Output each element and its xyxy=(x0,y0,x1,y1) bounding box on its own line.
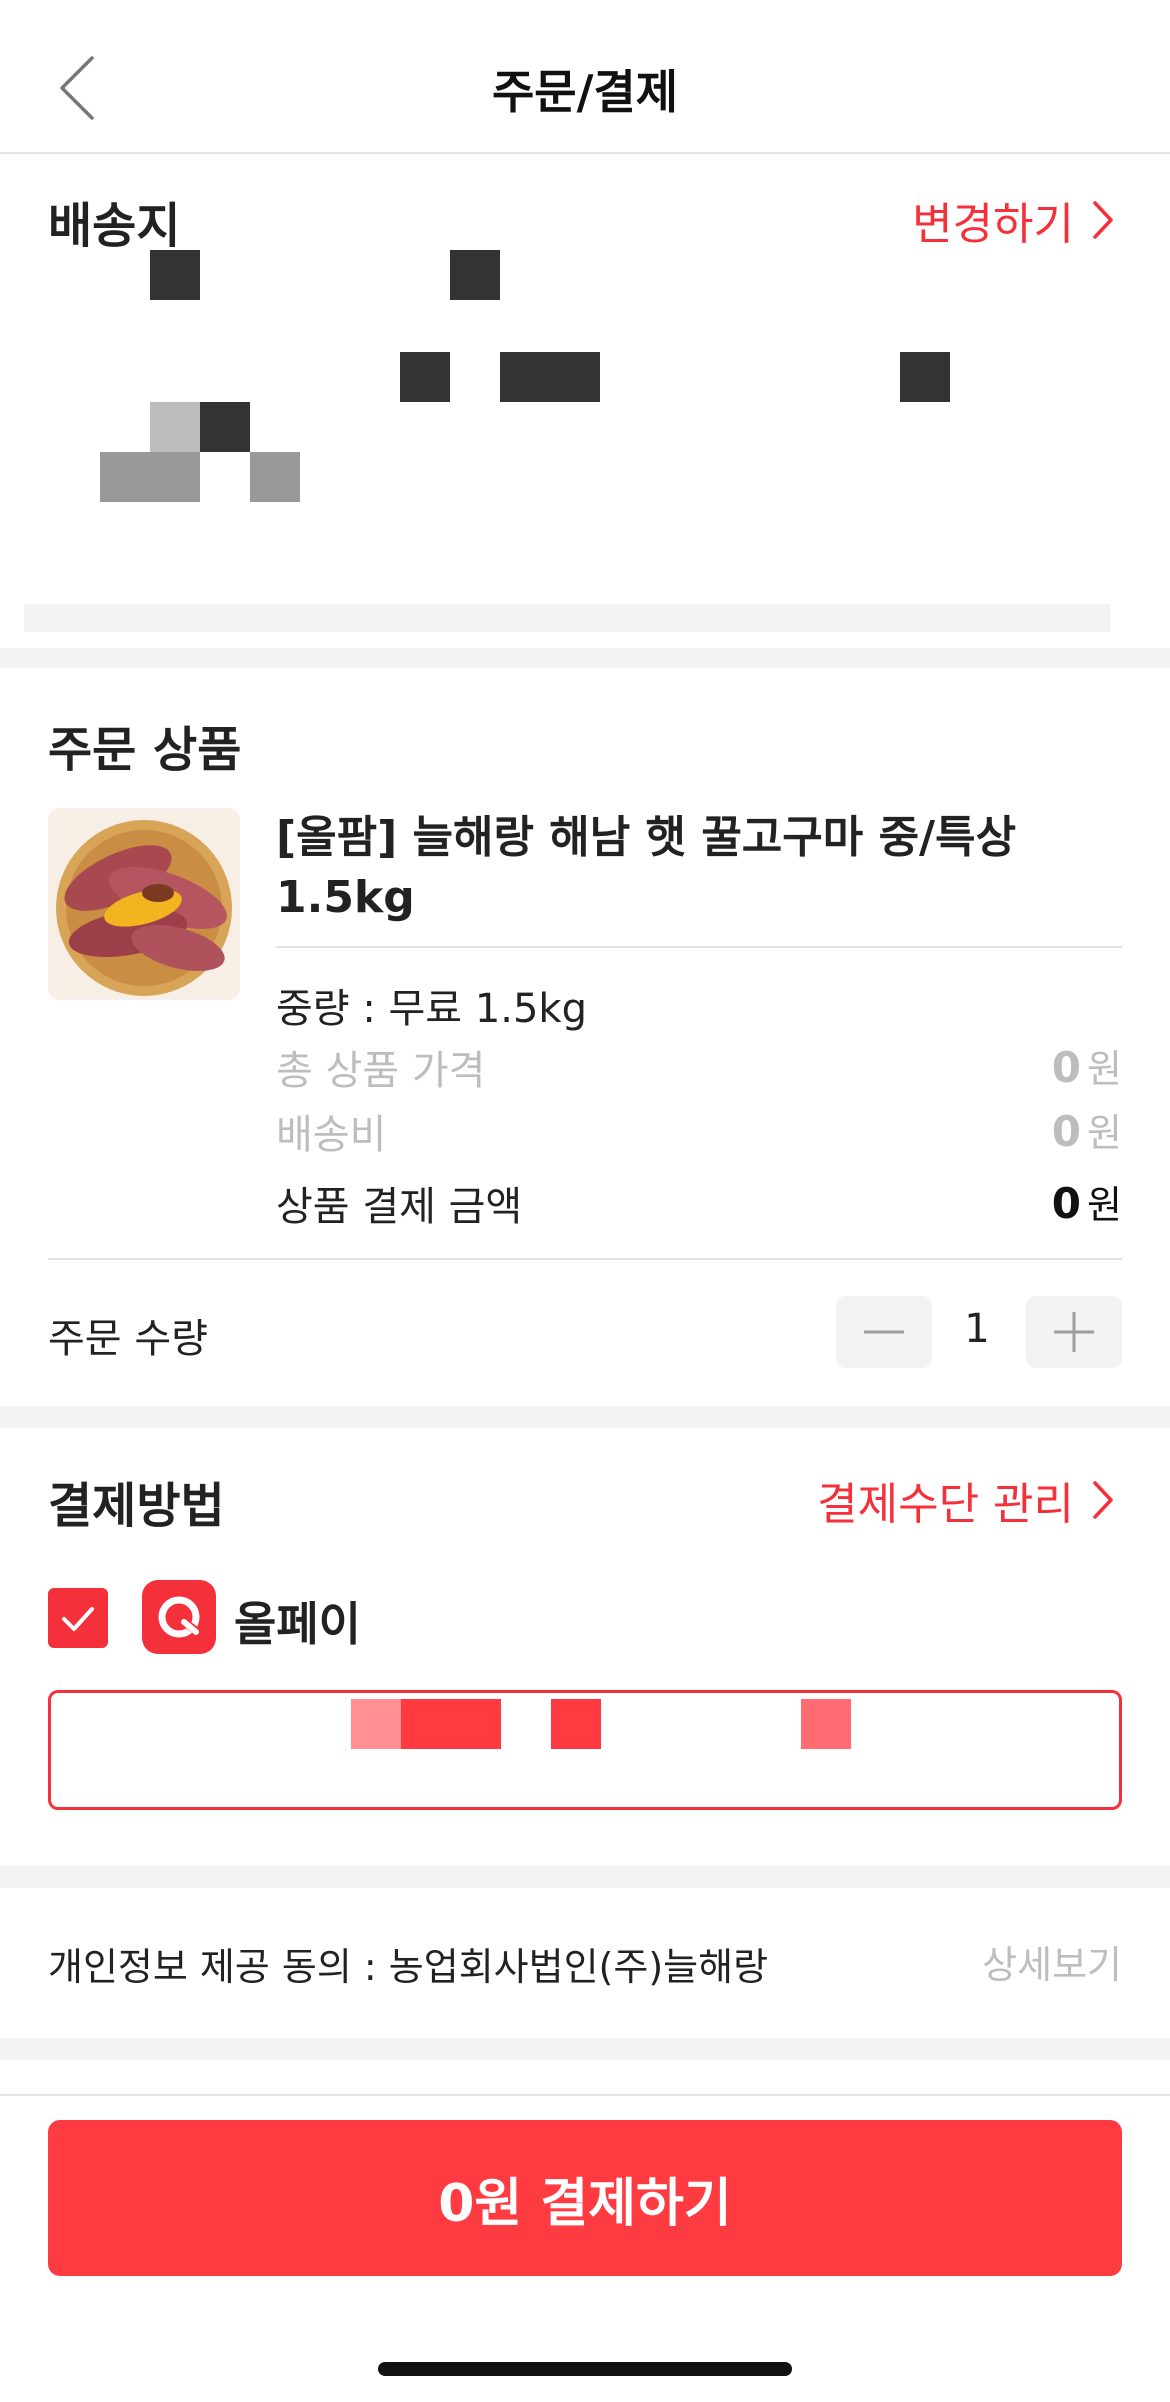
payment-amount-value: 0원 xyxy=(1051,1179,1122,1228)
allpay-logo-icon xyxy=(142,1580,216,1654)
section-divider xyxy=(0,1406,1170,1428)
page-title: 주문/결제 xyxy=(491,65,679,119)
shipping-fee-label: 배송비 xyxy=(276,1112,387,1158)
home-indicator xyxy=(378,2362,792,2376)
checkmark-icon xyxy=(62,1607,94,1631)
payment-amount-label: 상품 결제 금액 xyxy=(276,1184,523,1230)
divider-line xyxy=(0,2094,1170,2096)
chevron-right-icon xyxy=(1093,201,1113,239)
change-address-button[interactable]: 변경하기 xyxy=(912,188,1114,252)
payment-card-selector[interactable] xyxy=(48,1690,1122,1810)
total-price-value: 0원 xyxy=(1051,1043,1122,1092)
payment-method-name: 올페이 xyxy=(234,1597,361,1651)
section-divider xyxy=(0,648,1170,668)
privacy-consent-text: 개인정보 제공 동의 : 농업회사법인(주)늘해랑 xyxy=(48,1945,769,1989)
shipping-title: 배송지 xyxy=(48,198,181,254)
payment-method-checkbox[interactable] xyxy=(48,1588,108,1648)
quantity-decrease-button[interactable] xyxy=(836,1296,932,1368)
pay-button[interactable]: 0원 결제하기 xyxy=(48,2120,1122,2276)
manage-payment-label: 결제수단 관리 xyxy=(817,1479,1074,1530)
shipping-fee-value: 0원 xyxy=(1051,1107,1122,1156)
privacy-detail-link[interactable]: 상세보기 xyxy=(982,1934,1122,1989)
plus-icon xyxy=(1054,1312,1094,1352)
section-divider xyxy=(0,2038,1170,2060)
divider-line xyxy=(48,1258,1122,1260)
manage-payment-button[interactable]: 결제수단 관리 xyxy=(817,1468,1114,1532)
app-header: 주문/결제 xyxy=(0,0,1170,154)
payment-method-title: 결제방법 xyxy=(48,1478,225,1534)
section-divider xyxy=(0,1866,1170,1888)
quantity-increase-button[interactable] xyxy=(1026,1296,1122,1368)
product-image xyxy=(48,808,240,1000)
product-name: [올팜] 늘해랑 해남 햇 꿀고구마 중/특상 1.5kg xyxy=(276,812,1017,923)
minus-icon xyxy=(864,1330,904,1334)
chevron-right-icon xyxy=(1093,1481,1113,1519)
total-price-label: 총 상품 가격 xyxy=(276,1048,486,1094)
product-option: 중량 : 무료 1.5kg xyxy=(276,986,587,1032)
change-address-label: 변경하기 xyxy=(912,199,1074,250)
divider-line xyxy=(276,946,1122,948)
quantity-label: 주문 수량 xyxy=(48,1316,208,1362)
quantity-value: 1 xyxy=(964,1306,990,1352)
order-items-title: 주문 상품 xyxy=(48,722,242,778)
